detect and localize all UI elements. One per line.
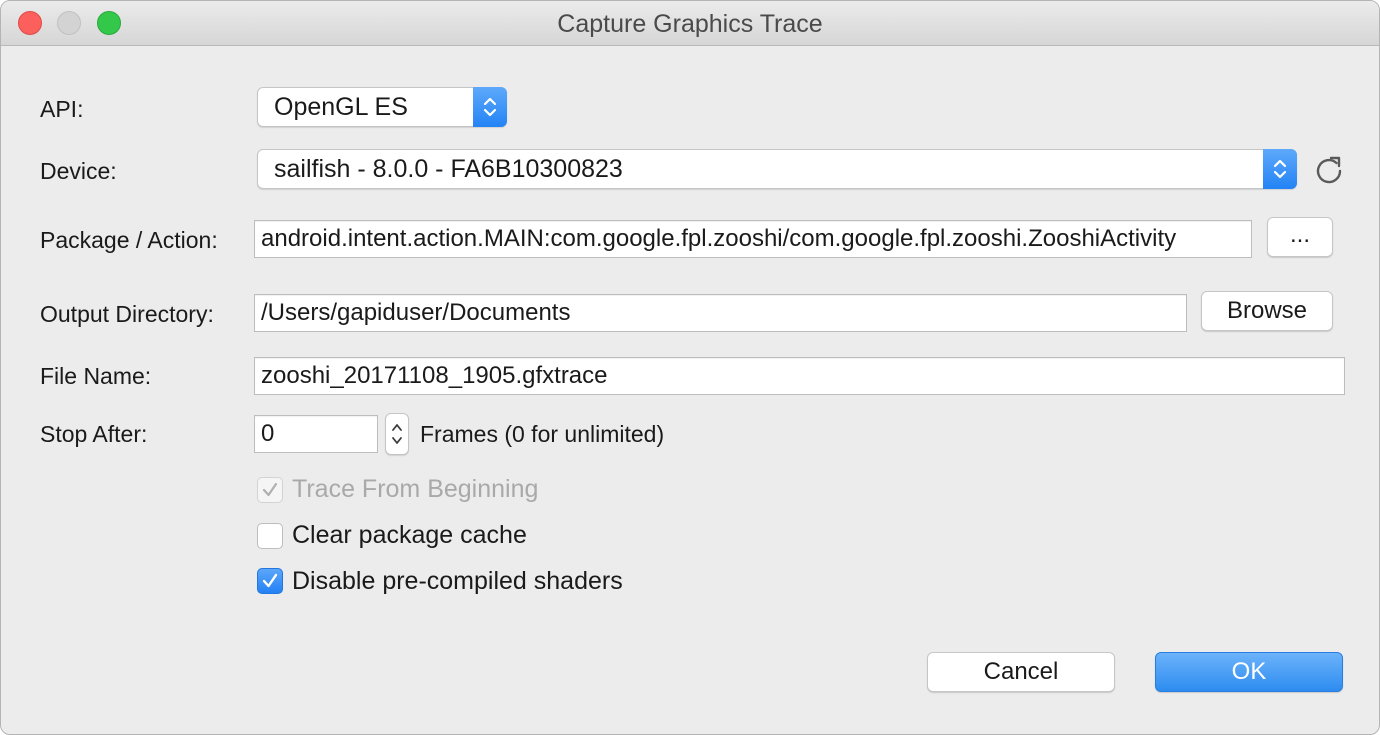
device-label: Device: xyxy=(40,158,117,184)
file-name-field[interactable]: zooshi_20171108_1905.gfxtrace xyxy=(254,357,1345,395)
checkmark-icon xyxy=(262,573,278,588)
device-select[interactable]: sailfish - 8.0.0 - FA6B10300823 xyxy=(257,149,1297,189)
clear-package-cache-label: Clear package cache xyxy=(292,521,527,549)
frames-stepper[interactable] xyxy=(385,413,409,455)
cancel-button[interactable]: Cancel xyxy=(927,652,1115,692)
window-title: Capture Graphics Trace xyxy=(557,10,823,38)
disable-precompiled-shaders-checkbox[interactable] xyxy=(257,568,283,594)
output-dir-field[interactable]: /Users/gapiduser/Documents xyxy=(254,294,1187,332)
ok-button[interactable]: OK xyxy=(1155,652,1343,692)
api-select[interactable]: OpenGL ES xyxy=(257,87,507,127)
capture-dialog: Capture Graphics Trace API: OpenGL ES De… xyxy=(0,0,1380,735)
clear-package-cache-checkbox[interactable] xyxy=(257,523,283,549)
disable-precompiled-shaders-label: Disable pre-compiled shaders xyxy=(292,567,623,595)
checkmark-icon xyxy=(262,482,278,497)
device-select-value: sailfish - 8.0.0 - FA6B10300823 xyxy=(274,155,623,183)
chevron-updown-icon xyxy=(1263,149,1297,189)
api-select-value: OpenGL ES xyxy=(274,93,408,121)
api-label: API: xyxy=(40,96,84,122)
frames-suffix-label: Frames (0 for unlimited) xyxy=(420,421,665,447)
chevron-updown-icon xyxy=(473,87,507,127)
browse-button[interactable]: Browse xyxy=(1201,291,1333,331)
output-dir-label: Output Directory: xyxy=(40,301,214,327)
trace-from-beginning-label: Trace From Beginning xyxy=(292,475,539,503)
refresh-icon[interactable] xyxy=(1311,153,1347,189)
file-name-label: File Name: xyxy=(40,363,152,389)
package-browse-button[interactable]: ... xyxy=(1267,217,1333,257)
stop-after-field[interactable]: 0 xyxy=(254,415,378,453)
package-label: Package / Action: xyxy=(40,227,218,253)
stop-after-label: Stop After: xyxy=(40,421,148,447)
trace-from-beginning-checkbox[interactable] xyxy=(257,477,283,503)
package-field[interactable]: android.intent.action.MAIN:com.google.fp… xyxy=(254,220,1252,258)
title-bar: Capture Graphics Trace xyxy=(1,1,1379,46)
